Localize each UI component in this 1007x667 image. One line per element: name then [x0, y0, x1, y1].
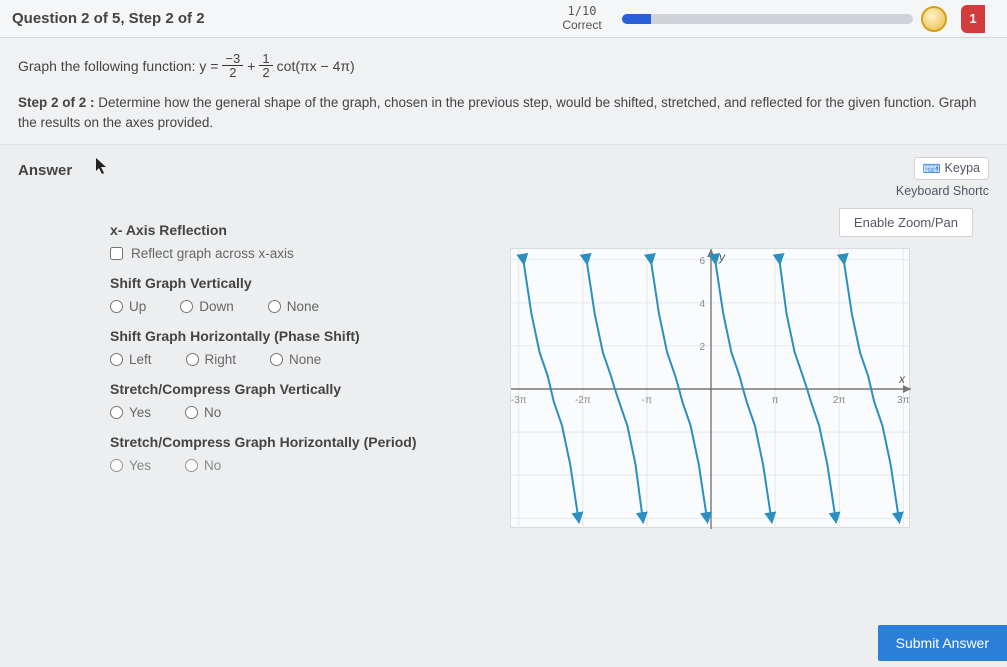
svg-text:x: x: [898, 372, 906, 386]
fraction-1: −3 2: [222, 52, 243, 79]
shift-v-up[interactable]: Up: [110, 299, 146, 314]
graph-panel: Enable Zoom/Pan y x -3π -2π -π π 2π 3π 2 4 6: [500, 208, 1007, 479]
function-prompt: Graph the following function: y = −3 2 +…: [18, 52, 989, 79]
shift-v-none[interactable]: None: [268, 299, 319, 314]
stretch-h-yes[interactable]: Yes: [110, 458, 151, 473]
reflect-checkbox-row[interactable]: Reflect graph across x-axis: [110, 246, 470, 261]
svg-text:3π: 3π: [897, 395, 910, 406]
progress-wrap: 1: [612, 5, 995, 33]
score-box: 1/10 Correct: [552, 5, 612, 31]
svg-text:y: y: [718, 250, 726, 264]
controls-panel: x- Axis Reflection Reflect graph across …: [110, 208, 470, 479]
shift-h-none[interactable]: None: [270, 352, 321, 367]
top-bar: Question 2 of 5, Step 2 of 2 1/10 Correc…: [0, 0, 1007, 38]
cursor-icon: [95, 157, 109, 180]
keyboard-shortcut-label: Keyboard Shortc: [896, 184, 989, 198]
submit-answer-button[interactable]: Submit Answer: [878, 625, 1007, 661]
prompt-tail: cot(πx − 4π): [277, 58, 355, 74]
radio-sch-no[interactable]: [185, 459, 198, 472]
prompt-area: Graph the following function: y = −3 2 +…: [0, 38, 1007, 145]
score-numerator: 1/10: [552, 5, 612, 18]
progress-fill: [622, 14, 651, 24]
keypad-button[interactable]: ⌨ Keypa: [914, 157, 990, 180]
svg-text:-2π: -2π: [575, 395, 591, 406]
svg-text:2: 2: [699, 341, 705, 352]
svg-text:π: π: [772, 395, 779, 406]
reflect-checkbox[interactable]: [110, 247, 123, 260]
group-reflection-title: x- Axis Reflection: [110, 222, 470, 238]
svg-text:-3π: -3π: [511, 395, 527, 406]
cot-graph-svg: y x -3π -2π -π π 2π 3π 2 4 6: [511, 249, 911, 529]
svg-text:2π: 2π: [833, 395, 846, 406]
radio-down[interactable]: [180, 300, 193, 313]
radio-none-h[interactable]: [270, 353, 283, 366]
lives-count: 1: [969, 11, 976, 26]
shift-h-right[interactable]: Right: [186, 352, 237, 367]
shift-v-down[interactable]: Down: [180, 299, 234, 314]
radio-scv-no[interactable]: [185, 406, 198, 419]
radio-none-v[interactable]: [268, 300, 281, 313]
lives-badge: 1: [961, 5, 985, 33]
group-stretch-v-title: Stretch/Compress Graph Vertically: [110, 381, 470, 397]
step-label: Step 2 of 2 :: [18, 95, 95, 110]
keyboard-icon: ⌨: [923, 161, 941, 176]
svg-text:6: 6: [699, 255, 705, 266]
svg-text:4: 4: [699, 298, 705, 309]
main-area: x- Axis Reflection Reflect graph across …: [0, 202, 1007, 479]
fraction-2: 1 2: [259, 52, 272, 79]
zoom-pan-button[interactable]: Enable Zoom/Pan: [839, 208, 973, 237]
group-stretch-h-title: Stretch/Compress Graph Horizontally (Per…: [110, 434, 470, 450]
radio-up[interactable]: [110, 300, 123, 313]
reflect-label: Reflect graph across x-axis: [131, 246, 294, 261]
stretch-v-yes[interactable]: Yes: [110, 405, 151, 420]
radio-scv-yes[interactable]: [110, 406, 123, 419]
step-instruction: Step 2 of 2 : Determine how the general …: [18, 93, 989, 134]
stretch-h-no[interactable]: No: [185, 458, 221, 473]
progress-bar: [622, 14, 913, 24]
answer-bar: Answer ⌨ Keypa Keyboard Shortc: [0, 145, 1007, 202]
medal-icon: [921, 6, 947, 32]
keypad-label: Keypa: [945, 161, 980, 175]
plus-sign: +: [247, 58, 255, 74]
keypad-area: ⌨ Keypa Keyboard Shortc: [896, 157, 989, 198]
plot-box[interactable]: y x -3π -2π -π π 2π 3π 2 4 6: [510, 248, 910, 528]
stretch-v-no[interactable]: No: [185, 405, 221, 420]
prompt-lead: Graph the following function: y =: [18, 58, 218, 74]
group-shift-v-title: Shift Graph Vertically: [110, 275, 470, 291]
shift-h-left[interactable]: Left: [110, 352, 152, 367]
radio-left[interactable]: [110, 353, 123, 366]
svg-text:-π: -π: [642, 395, 652, 406]
score-label: Correct: [552, 19, 612, 32]
step-body: Determine how the general shape of the g…: [18, 95, 976, 130]
answer-label: Answer: [18, 162, 72, 179]
radio-right[interactable]: [186, 353, 199, 366]
question-title: Question 2 of 5, Step 2 of 2: [12, 10, 552, 27]
radio-sch-yes[interactable]: [110, 459, 123, 472]
group-shift-h-title: Shift Graph Horizontally (Phase Shift): [110, 328, 470, 344]
